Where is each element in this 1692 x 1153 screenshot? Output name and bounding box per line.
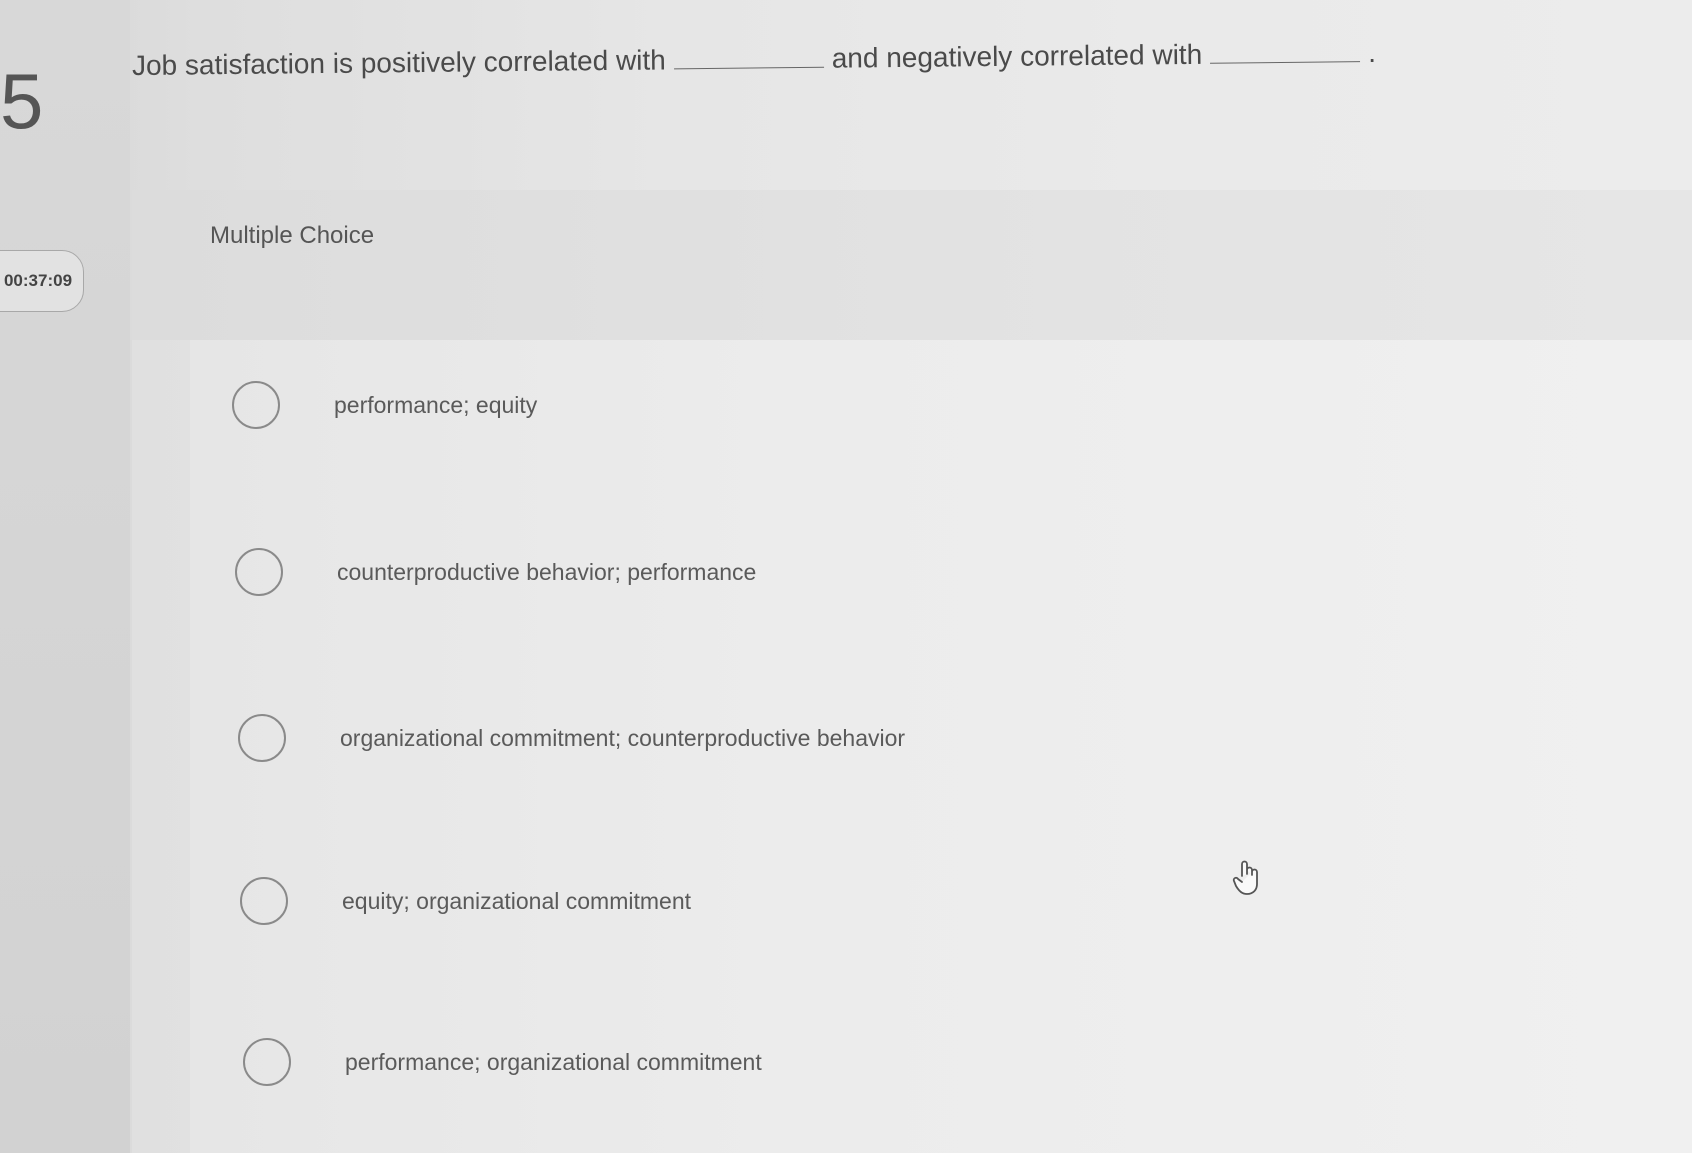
choice-label[interactable]: organizational commitment; counterproduc… bbox=[340, 725, 905, 752]
choice-option-1[interactable]: performance; equity bbox=[232, 381, 537, 429]
question-number: 5 bbox=[0, 57, 44, 145]
radio-circle-icon[interactable] bbox=[238, 714, 286, 762]
hand-pointer-icon bbox=[1232, 860, 1258, 895]
answer-blank-2 bbox=[1210, 57, 1361, 64]
choice-option-4[interactable]: equity; organizational commitment bbox=[240, 877, 691, 925]
choice-option-5[interactable]: performance; organizational commitment bbox=[243, 1038, 762, 1086]
radio-circle-icon[interactable] bbox=[235, 548, 283, 596]
question-text-part2: and negatively correlated with bbox=[831, 38, 1203, 74]
answer-blank-1 bbox=[673, 62, 824, 70]
choice-label[interactable]: counterproductive behavior; performance bbox=[337, 559, 756, 586]
question-panel-header bbox=[132, 190, 1692, 340]
choice-label[interactable]: performance; organizational commitment bbox=[345, 1049, 762, 1076]
question-text-part1: Job satisfaction is positively correlate… bbox=[131, 44, 666, 81]
radio-circle-icon[interactable] bbox=[232, 381, 280, 429]
choice-label[interactable]: equity; organizational commitment bbox=[342, 888, 691, 915]
choice-option-3[interactable]: organizational commitment; counterproduc… bbox=[238, 714, 905, 762]
choice-label[interactable]: performance; equity bbox=[334, 392, 537, 419]
timer-value: 00:37:09 bbox=[3, 271, 73, 290]
question-text-end: . bbox=[1368, 36, 1377, 69]
question-type-label: Multiple Choice bbox=[210, 222, 375, 249]
radio-circle-icon[interactable] bbox=[240, 877, 288, 925]
left-rail bbox=[0, 0, 130, 1153]
choice-option-2[interactable]: counterproductive behavior; performance bbox=[235, 548, 756, 596]
question-prompt: Job satisfaction is positively correlate… bbox=[132, 36, 1512, 82]
timer-badge: 00:37:09 bbox=[0, 250, 84, 312]
radio-circle-icon[interactable] bbox=[243, 1038, 291, 1086]
